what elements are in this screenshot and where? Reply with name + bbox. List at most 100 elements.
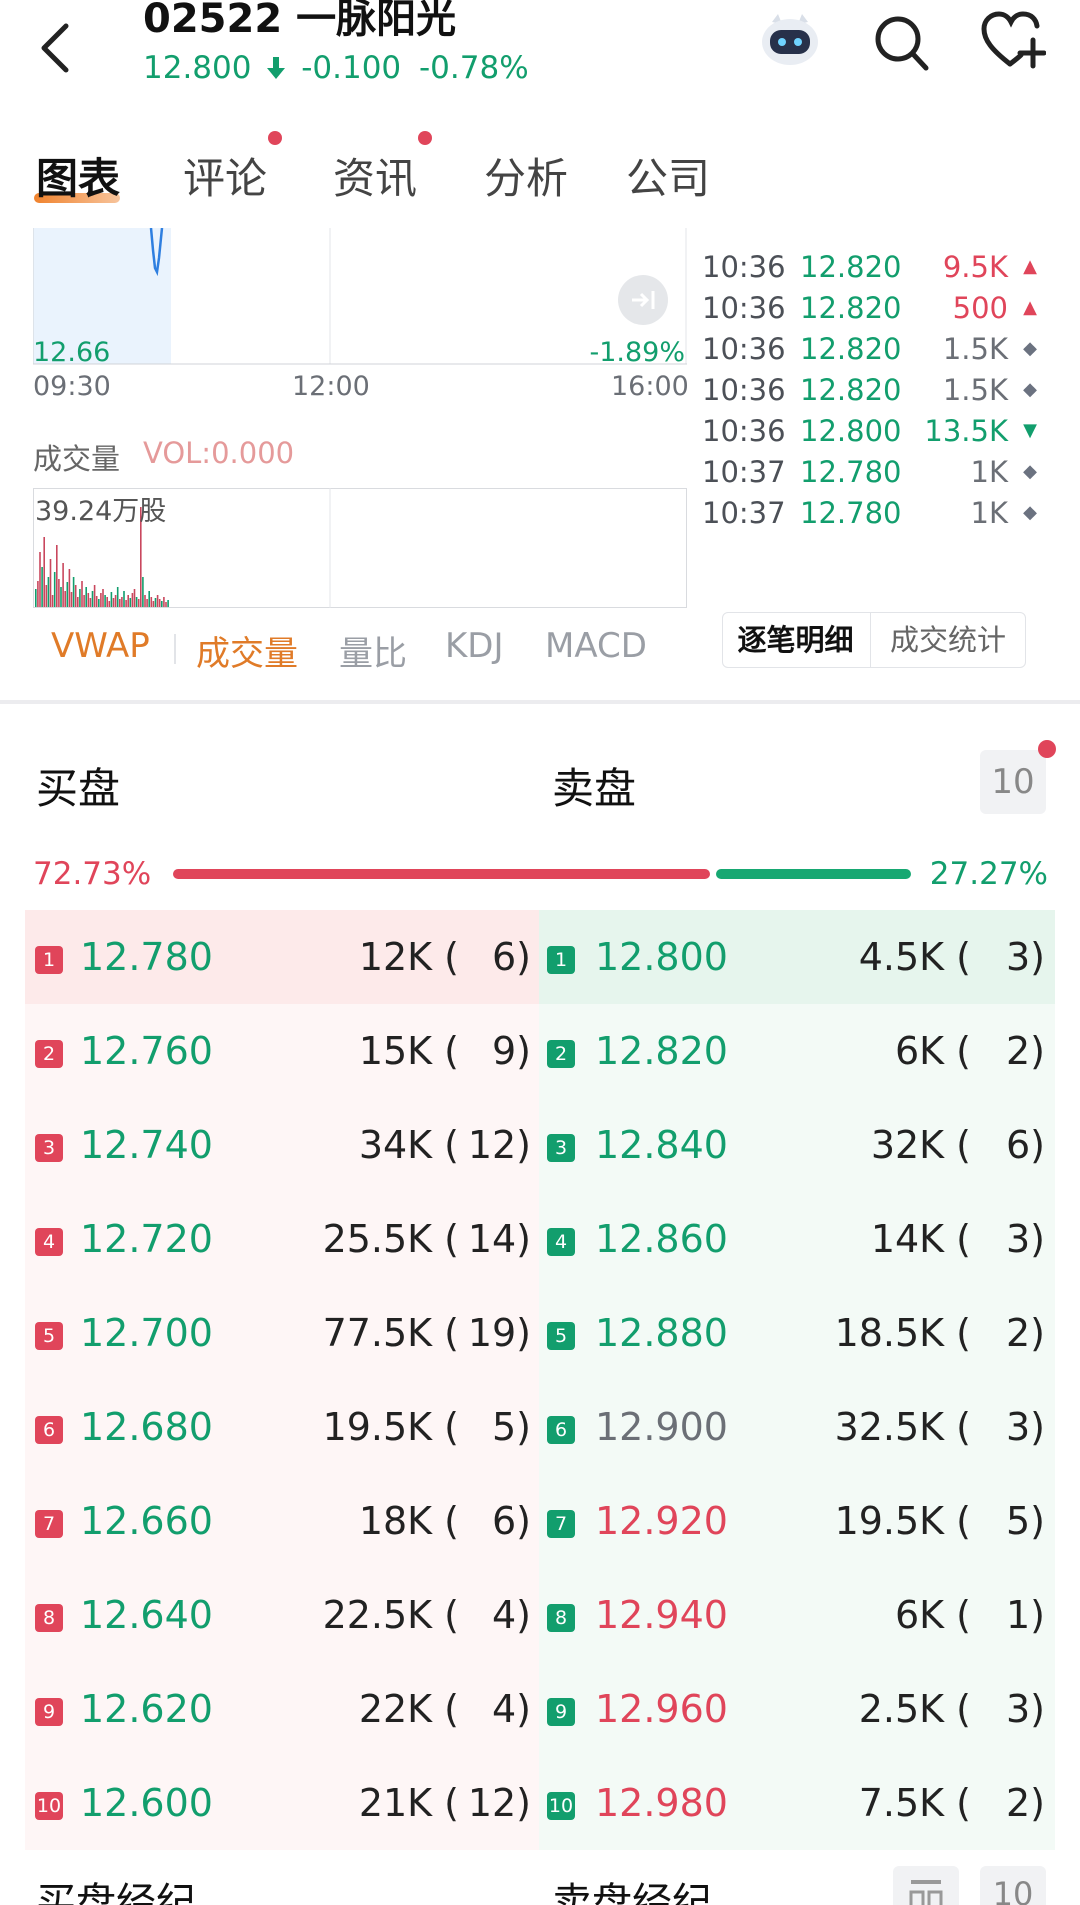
trade-detail-tab[interactable]: 逐笔明细 <box>723 613 868 667</box>
volume-bar <box>125 600 127 607</box>
ask-volume: 6K ( <box>895 1593 971 1637</box>
ask-row[interactable]: 8 12.940 6K (1) <box>539 1568 1055 1662</box>
bid-order-count: 19) <box>467 1311 531 1355</box>
indicator-vwap[interactable]: VWAP <box>51 626 150 666</box>
volume-bar <box>43 537 45 607</box>
volume-bar <box>83 595 85 607</box>
bid-level-badge: 6 <box>35 1416 63 1444</box>
bid-row[interactable]: 9 12.620 22K (4) <box>25 1662 539 1756</box>
volume-bar <box>66 582 69 607</box>
bid-price: 12.620 <box>80 1687 213 1731</box>
back-arrow-icon[interactable] <box>30 10 80 80</box>
volume-bar <box>81 581 83 607</box>
ask-row[interactable]: 10 12.980 7.5K (2) <box>539 1756 1055 1850</box>
ask-row[interactable]: 9 12.960 2.5K (3) <box>539 1662 1055 1756</box>
bid-price: 12.660 <box>80 1499 213 1543</box>
trade-view-toggle[interactable]: 逐笔明细 成交统计 <box>722 612 1026 668</box>
trade-stats-tab[interactable]: 成交统计 <box>870 613 1025 667</box>
volume-bar <box>35 589 37 607</box>
volume-bar <box>51 595 54 607</box>
bid-row[interactable]: 1 12.780 12K (6) <box>25 910 539 1004</box>
indicator-volume-ratio[interactable]: 量比 <box>339 626 407 675</box>
bid-row[interactable]: 8 12.640 22.5K (4) <box>25 1568 539 1662</box>
trade-volume: 9.5K <box>942 250 1008 284</box>
depth-level-button[interactable]: 10 <box>980 750 1046 814</box>
ask-volume: 4.5K ( <box>858 935 971 979</box>
volume-bar <box>163 597 165 607</box>
ask-level-badge: 2 <box>547 1040 575 1068</box>
add-watchlist-heart-icon[interactable] <box>980 10 1046 72</box>
stock-quote: 12.800 -0.100 -0.78% <box>143 50 529 86</box>
tab-analysis[interactable]: 分析 <box>484 145 568 206</box>
bid-volume: 25.5K ( <box>322 1217 459 1261</box>
ask-order-count: 2) <box>1005 1781 1045 1825</box>
trade-time: 10:37 <box>702 455 786 489</box>
ask-row[interactable]: 1 12.800 4.5K (3) <box>539 910 1055 1004</box>
last-price: 12.800 <box>143 50 252 86</box>
indicator-kdj[interactable]: KDJ <box>445 626 504 666</box>
neutral-diamond-icon: ◆ <box>1023 338 1037 359</box>
trade-price: 12.820 <box>800 291 902 325</box>
volume-bar <box>91 591 94 607</box>
volume-bar <box>56 545 58 607</box>
ask-broker-title: 卖盘经纪 <box>552 1880 712 1905</box>
bid-level-badge: 9 <box>35 1698 63 1726</box>
volume-bar <box>129 598 132 607</box>
ask-row[interactable]: 7 12.920 19.5K (5) <box>539 1474 1055 1568</box>
neutral-diamond-icon: ◆ <box>1023 461 1037 482</box>
ask-row[interactable]: 4 12.860 14K (3) <box>539 1192 1055 1286</box>
tab-company[interactable]: 公司 <box>626 145 710 206</box>
volume-bar <box>49 559 52 607</box>
bid-ratio-label: 72.73% <box>33 856 152 892</box>
volume-bar <box>144 595 146 607</box>
ask-price: 12.860 <box>595 1217 728 1261</box>
ask-price: 12.980 <box>595 1781 728 1825</box>
bid-row[interactable]: 7 12.660 18K (6) <box>25 1474 539 1568</box>
bid-row[interactable]: 3 12.740 34K (12) <box>25 1098 539 1192</box>
ask-ratio-bar <box>716 869 911 879</box>
ask-volume: 6K ( <box>895 1029 971 1073</box>
bid-row[interactable]: 6 12.680 19.5K (5) <box>25 1380 539 1474</box>
broker-depth-button[interactable]: 10 <box>980 1866 1046 1905</box>
tab-comments[interactable]: 评论 <box>183 145 267 206</box>
bid-order-count: 12) <box>467 1781 531 1825</box>
indicator-volume[interactable]: 成交量 <box>196 626 298 675</box>
ask-row[interactable]: 6 12.900 32.5K (3) <box>539 1380 1055 1474</box>
bid-row[interactable]: 10 12.600 21K (12) <box>25 1756 539 1850</box>
volume-bar <box>77 597 79 607</box>
ask-row[interactable]: 2 12.820 6K (2) <box>539 1004 1055 1098</box>
bid-row[interactable]: 4 12.720 25.5K (14) <box>25 1192 539 1286</box>
broker-layout-icon[interactable] <box>893 1866 959 1905</box>
bid-level-badge: 7 <box>35 1510 63 1538</box>
sell-down-triangle-icon: ▼ <box>1023 420 1037 441</box>
volume-bar <box>106 597 108 607</box>
bid-order-count: 14) <box>467 1217 531 1261</box>
volume-bar <box>64 591 66 607</box>
volume-bar <box>62 563 64 607</box>
volume-title: 成交量 <box>33 442 121 476</box>
ask-price: 12.840 <box>595 1123 728 1167</box>
volume-bar <box>119 599 121 607</box>
search-icon[interactable] <box>872 12 930 72</box>
bid-level-badge: 3 <box>35 1134 63 1162</box>
trade-price: 12.820 <box>800 250 902 284</box>
trade-price: 12.820 <box>800 332 902 366</box>
tab-chart[interactable]: 图表 <box>36 145 120 206</box>
ask-level-badge: 10 <box>547 1792 575 1820</box>
tab-news[interactable]: 资讯 <box>333 145 417 206</box>
ask-row[interactable]: 5 12.880 18.5K (2) <box>539 1286 1055 1380</box>
ask-order-count: 3) <box>1005 935 1045 979</box>
volume-bar <box>47 577 50 607</box>
bid-row[interactable]: 5 12.700 77.5K (19) <box>25 1286 539 1380</box>
trade-volume: 1.5K <box>942 373 1008 407</box>
ask-row[interactable]: 3 12.840 32K (6) <box>539 1098 1055 1192</box>
indicator-macd[interactable]: MACD <box>545 626 647 666</box>
bid-ratio-bar <box>173 869 710 879</box>
volume-bar <box>79 589 81 607</box>
bid-row[interactable]: 2 12.760 15K (9) <box>25 1004 539 1098</box>
volume-bar <box>142 577 144 607</box>
robot-assistant-icon[interactable] <box>758 12 822 68</box>
stock-title: 02522 一脉阳光 <box>143 0 457 42</box>
volume-bar <box>110 592 113 607</box>
trade-price: 12.800 <box>800 414 902 448</box>
